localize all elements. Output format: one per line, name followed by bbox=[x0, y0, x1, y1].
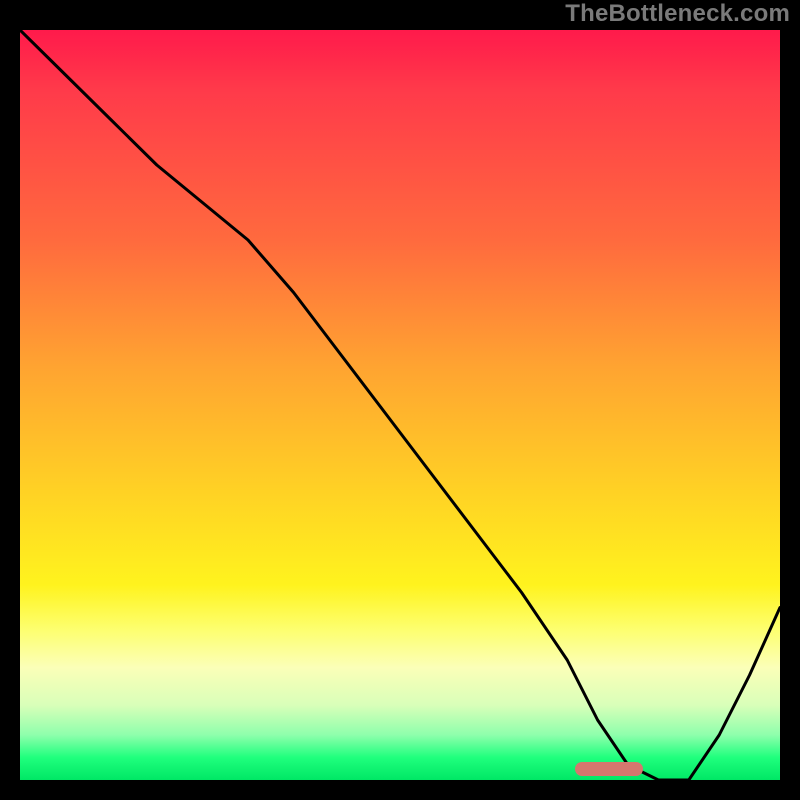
bottleneck-curve bbox=[20, 30, 780, 780]
optimal-range-marker bbox=[575, 762, 643, 776]
attribution-text: TheBottleneck.com bbox=[565, 0, 790, 28]
curve-path bbox=[20, 30, 780, 780]
plot-frame bbox=[20, 30, 780, 780]
chart-stage: TheBottleneck.com bbox=[0, 0, 800, 800]
